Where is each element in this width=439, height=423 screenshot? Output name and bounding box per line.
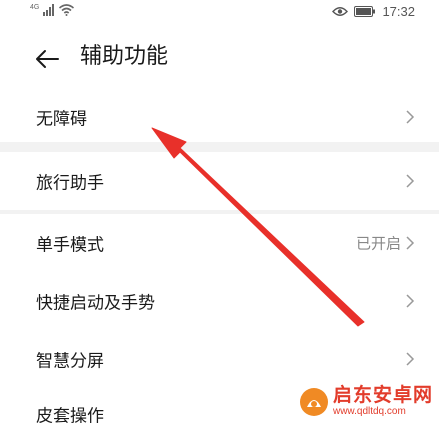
list-item-smart-split-screen[interactable]: 智慧分屏 — [0, 330, 439, 388]
list-item-one-hand-mode[interactable]: 单手模式 已开启 — [0, 214, 439, 272]
network-type-label: 4G — [30, 4, 40, 11]
list-item-label: 单手模式 — [36, 235, 104, 256]
wifi-icon — [59, 4, 75, 16]
back-arrow-icon — [36, 50, 59, 68]
watermark-logo-icon — [299, 387, 328, 416]
signal-icon — [43, 4, 55, 16]
list-item-label: 皮套操作 — [36, 406, 104, 423]
list-item-label: 快捷启动及手势 — [36, 293, 155, 314]
status-left: 4G — [30, 4, 75, 16]
list-item-accessibility[interactable]: 无障碍 — [0, 92, 439, 142]
chevron-right-icon — [406, 110, 415, 124]
list-item-label: 智慧分屏 — [36, 351, 104, 372]
watermark-name: 启东安卓网 — [332, 384, 433, 406]
chevron-right-icon — [406, 174, 415, 188]
list-item-shortcuts-gestures[interactable]: 快捷启动及手势 — [0, 272, 439, 330]
status-bar: 4G 17:32 — [0, 0, 439, 26]
settings-group-accessibility: 无障碍 — [0, 92, 439, 142]
page-title: 辅助功能 — [80, 44, 169, 69]
status-time: 17:32 — [382, 4, 415, 19]
watermark: 启东安卓网 www.qdltdq.com — [299, 386, 433, 417]
battery-icon — [354, 6, 376, 17]
chevron-right-icon — [406, 352, 415, 366]
watermark-url: www.qdltdq.com — [332, 406, 406, 417]
list-item-label: 无障碍 — [36, 109, 87, 130]
list-item-travel-assistant[interactable]: 旅行助手 — [0, 152, 439, 210]
settings-group-gestures: 单手模式 已开启 快捷启动及手势 智慧分屏 — [0, 214, 439, 388]
one-hand-mode-status: 已开启 — [355, 234, 401, 253]
status-right: 17:32 — [332, 4, 415, 19]
watermark-text: 启东安卓网 www.qdltdq.com — [333, 386, 433, 417]
settings-group-travel: 旅行助手 — [0, 152, 439, 210]
back-button[interactable] — [32, 44, 62, 74]
eye-comfort-icon — [332, 7, 349, 16]
chevron-right-icon — [406, 236, 415, 250]
chevron-right-icon — [406, 294, 415, 308]
list-item-label: 旅行助手 — [36, 173, 104, 194]
page-header: 辅助功能 — [0, 26, 439, 92]
